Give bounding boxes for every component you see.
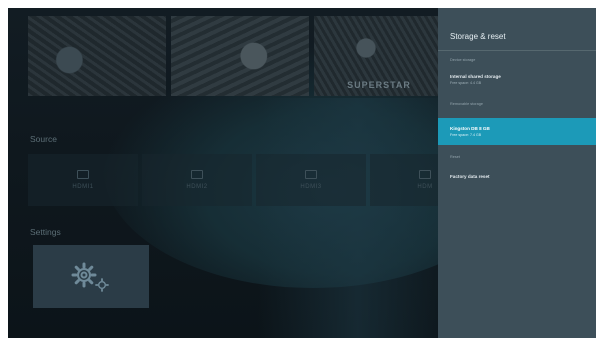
item-title: Factory data reset bbox=[450, 174, 490, 179]
source-label: HDMI1 bbox=[72, 184, 94, 190]
category-label: Reset bbox=[450, 155, 460, 159]
category-reset: Reset bbox=[438, 155, 596, 159]
hdmi-icon bbox=[305, 170, 317, 179]
thumbnail-caption: SUPERSTAR bbox=[347, 80, 411, 90]
source-row: HDMI1 HDMI2 HDMI3 HDM bbox=[28, 154, 480, 206]
menu-item-internal-storage[interactable]: Internal shared storage Free space: 4.4 … bbox=[438, 74, 596, 85]
category-device-storage: Device storage bbox=[438, 58, 596, 62]
source-section-title: Source bbox=[30, 134, 57, 144]
content-row: SUPERSTAR bbox=[28, 16, 444, 96]
content-thumbnail[interactable] bbox=[171, 16, 309, 96]
category-label: Removable storage bbox=[450, 102, 483, 106]
menu-item-factory-reset[interactable]: Factory data reset bbox=[438, 174, 596, 179]
hdmi-icon bbox=[191, 170, 203, 179]
hdmi-icon bbox=[77, 170, 89, 179]
storage-reset-panel: Storage & reset Device storage Internal … bbox=[438, 8, 596, 338]
settings-tile[interactable] bbox=[33, 245, 149, 308]
source-label: HDM bbox=[417, 184, 433, 190]
source-label: HDMI3 bbox=[300, 184, 322, 190]
panel-title: Storage & reset bbox=[450, 32, 506, 41]
source-label: HDMI2 bbox=[186, 184, 208, 190]
menu-item-usb-drive[interactable]: Kingston DB 8 GB Free space: 7.4 GB bbox=[438, 118, 596, 145]
background-band bbox=[258, 98, 458, 338]
hdmi-icon bbox=[419, 170, 431, 179]
item-title: Kingston DB 8 GB bbox=[450, 126, 490, 131]
source-tile-hdmi1[interactable]: HDMI1 bbox=[28, 154, 138, 206]
source-tile-hdmi3[interactable]: HDMI3 bbox=[256, 154, 366, 206]
content-thumbnail[interactable] bbox=[28, 16, 166, 96]
category-removable-storage: Removable storage bbox=[438, 102, 596, 106]
item-title: Internal shared storage bbox=[450, 74, 501, 79]
category-label: Device storage bbox=[450, 58, 476, 62]
panel-divider bbox=[438, 50, 596, 51]
item-subtitle: Free space: 4.4 GB bbox=[450, 81, 482, 85]
content-thumbnail[interactable]: SUPERSTAR bbox=[314, 16, 444, 96]
source-tile-hdmi2[interactable]: HDMI2 bbox=[142, 154, 252, 206]
gear-icon bbox=[71, 262, 111, 292]
settings-section-title: Settings bbox=[30, 227, 61, 237]
item-subtitle: Free space: 7.4 GB bbox=[450, 133, 482, 137]
